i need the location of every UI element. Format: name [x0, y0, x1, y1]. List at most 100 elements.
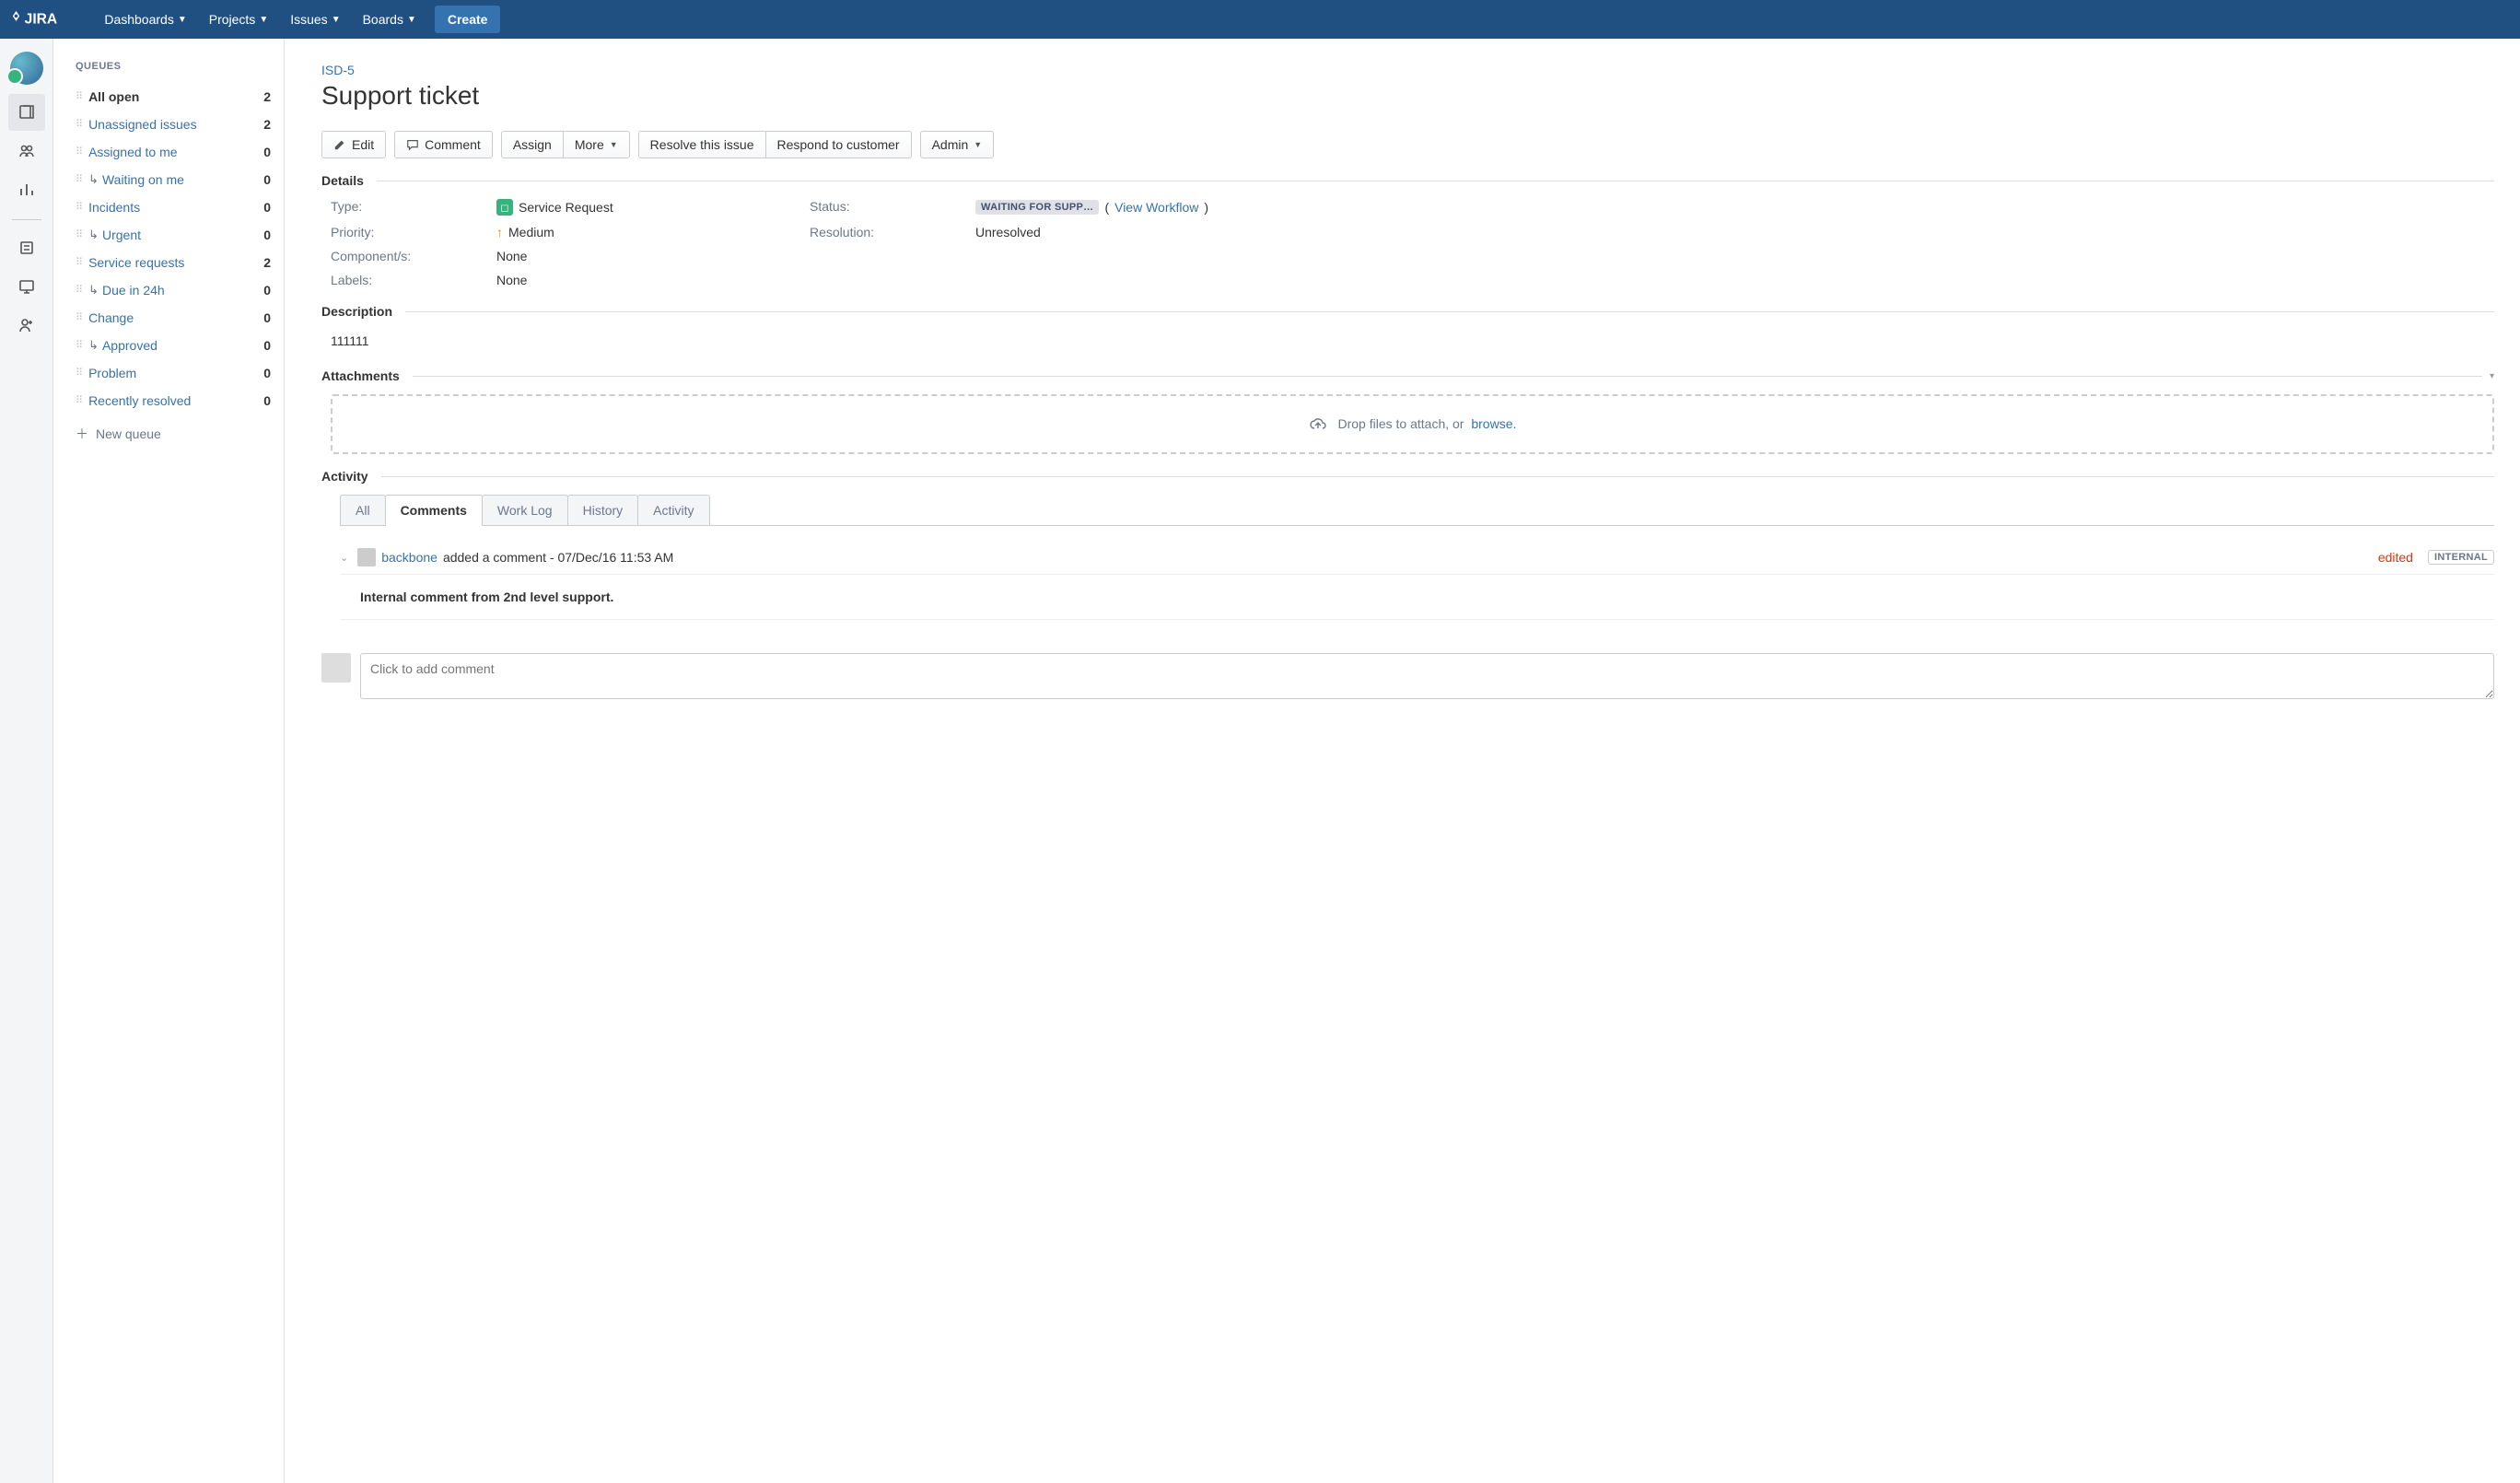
add-comment-input[interactable]: [360, 653, 2494, 699]
queue-count: 2: [254, 89, 271, 104]
queue-item[interactable]: ⠿↳Due in 24h0: [76, 276, 271, 304]
components-value: None: [496, 249, 791, 263]
queue-count: 0: [254, 366, 271, 380]
drag-grip-icon: ⠿: [76, 315, 81, 321]
priority-medium-icon: ↑: [496, 225, 503, 239]
add-comment-row: [321, 653, 2494, 699]
queue-count: 0: [254, 338, 271, 353]
issue-title: Support ticket: [321, 81, 2494, 111]
queue-label: Service requests: [88, 255, 254, 270]
status-value: WAITING FOR SUPP… (View Workflow): [975, 199, 2494, 216]
assign-button[interactable]: Assign: [501, 131, 564, 158]
project-avatar[interactable]: [10, 52, 43, 85]
collapse-comment-icon[interactable]: ⌄: [340, 552, 348, 564]
comment-internal-badge: INTERNAL: [2428, 550, 2494, 565]
comment-edited-label: edited: [2378, 550, 2413, 565]
resolution-value: Unresolved: [975, 225, 2494, 239]
queue-count: 0: [254, 228, 271, 242]
attachments-dropzone[interactable]: Drop files to attach, or browse.: [331, 394, 2494, 454]
queue-item[interactable]: ⠿Change0: [76, 304, 271, 332]
nav-projects[interactable]: Projects▼: [198, 0, 279, 39]
details-grid: Type: ◻Service Request Status: WAITING F…: [321, 199, 2494, 287]
queue-label: Unassigned issues: [88, 117, 254, 132]
activity-tab[interactable]: All: [340, 495, 386, 525]
view-workflow-link[interactable]: View Workflow: [1114, 200, 1198, 215]
queue-count: 0: [254, 283, 271, 298]
priority-label: Priority:: [331, 225, 478, 239]
queue-label: All open: [88, 89, 254, 104]
create-button[interactable]: Create: [435, 6, 501, 33]
attachments-options-icon[interactable]: ▾: [2490, 371, 2494, 381]
plus-icon: ＋: [76, 425, 88, 443]
queue-count: 0: [254, 393, 271, 408]
comment-button[interactable]: Comment: [394, 131, 493, 158]
comment-meta: added a comment - 07/Dec/16 11:53 AM: [443, 550, 673, 565]
sub-arrow-icon: ↳: [88, 228, 99, 242]
queue-item[interactable]: ⠿Unassigned issues2: [76, 111, 271, 138]
comment-icon: [406, 138, 419, 151]
drag-grip-icon: ⠿: [76, 94, 81, 100]
nav-dashboards[interactable]: Dashboards▼: [93, 0, 197, 39]
edit-button[interactable]: Edit: [321, 131, 386, 158]
drag-grip-icon: ⠿: [76, 287, 81, 294]
queue-item[interactable]: ⠿Incidents0: [76, 193, 271, 221]
description-section-header: Description: [321, 304, 2494, 319]
browse-link[interactable]: browse.: [1471, 416, 1516, 431]
jira-logo[interactable]: JIRA: [11, 9, 78, 29]
upload-cloud-icon: [1309, 416, 1331, 431]
queue-item[interactable]: ⠿Recently resolved0: [76, 387, 271, 415]
queue-item[interactable]: ⠿Assigned to me0: [76, 138, 271, 166]
activity-tab[interactable]: Comments: [385, 495, 483, 525]
rail-screen-icon[interactable]: [8, 268, 45, 305]
pencil-icon: [333, 138, 346, 151]
priority-value: ↑Medium: [496, 225, 791, 239]
activity-section-header: Activity: [321, 469, 2494, 484]
comment-author-avatar: [357, 548, 376, 566]
nav-boards[interactable]: Boards▼: [352, 0, 427, 39]
queue-count: 0: [254, 145, 271, 159]
admin-button[interactable]: Admin▼: [920, 131, 995, 158]
issue-key-link[interactable]: ISD-5: [321, 63, 355, 77]
current-user-avatar: [321, 653, 351, 683]
rail-queues-icon[interactable]: [8, 94, 45, 131]
type-value: ◻Service Request: [496, 199, 791, 216]
drag-grip-icon: ⠿: [76, 343, 81, 349]
svg-text:JIRA: JIRA: [25, 12, 58, 28]
queue-item[interactable]: ⠿Service requests2: [76, 249, 271, 276]
icon-rail: [0, 39, 53, 1483]
activity-tab[interactable]: Activity: [637, 495, 709, 525]
queue-item[interactable]: ⠿ All open2: [76, 83, 271, 111]
queue-item[interactable]: ⠿↳Urgent0: [76, 221, 271, 249]
sub-arrow-icon: ↳: [88, 338, 99, 353]
resolution-label: Resolution:: [810, 225, 957, 239]
type-label: Type:: [331, 199, 478, 216]
drag-grip-icon: ⠿: [76, 122, 81, 128]
rail-knowledge-icon[interactable]: [8, 229, 45, 266]
more-button[interactable]: More▼: [563, 131, 630, 158]
comment-body: Internal comment from 2nd level support.: [340, 575, 2494, 620]
queue-item[interactable]: ⠿↳Approved0: [76, 332, 271, 359]
queue-item[interactable]: ⠿↳Waiting on me0: [76, 166, 271, 193]
queue-item[interactable]: ⠿Problem0: [76, 359, 271, 387]
comment-author-link[interactable]: backbone: [381, 550, 438, 565]
rail-people-icon[interactable]: [8, 133, 45, 169]
nav-issues[interactable]: Issues▼: [279, 0, 351, 39]
resolve-button[interactable]: Resolve this issue: [638, 131, 766, 158]
activity-tab[interactable]: History: [567, 495, 639, 525]
rail-add-user-icon[interactable]: [8, 307, 45, 344]
new-queue-button[interactable]: ＋ New queue: [76, 418, 271, 450]
issue-main: ISD-5 Support ticket Edit Comment Assign…: [285, 39, 2520, 1483]
queue-label: Urgent: [102, 228, 254, 242]
queue-count: 0: [254, 200, 271, 215]
activity-tab[interactable]: Work Log: [482, 495, 568, 525]
sub-arrow-icon: ↳: [88, 283, 99, 298]
rail-reports-icon[interactable]: [8, 171, 45, 208]
top-nav: JIRA Dashboards▼ Projects▼ Issues▼ Board…: [0, 0, 2520, 39]
respond-button[interactable]: Respond to customer: [765, 131, 912, 158]
details-section-header: Details: [321, 173, 2494, 188]
issue-toolbar: Edit Comment Assign More▼ Resolve this i…: [321, 131, 2494, 158]
comment-entry: ⌄ backbone added a comment - 07/Dec/16 1…: [340, 548, 2494, 620]
drag-grip-icon: ⠿: [76, 370, 81, 377]
components-label: Component/s:: [331, 249, 478, 263]
queue-label: Incidents: [88, 200, 254, 215]
